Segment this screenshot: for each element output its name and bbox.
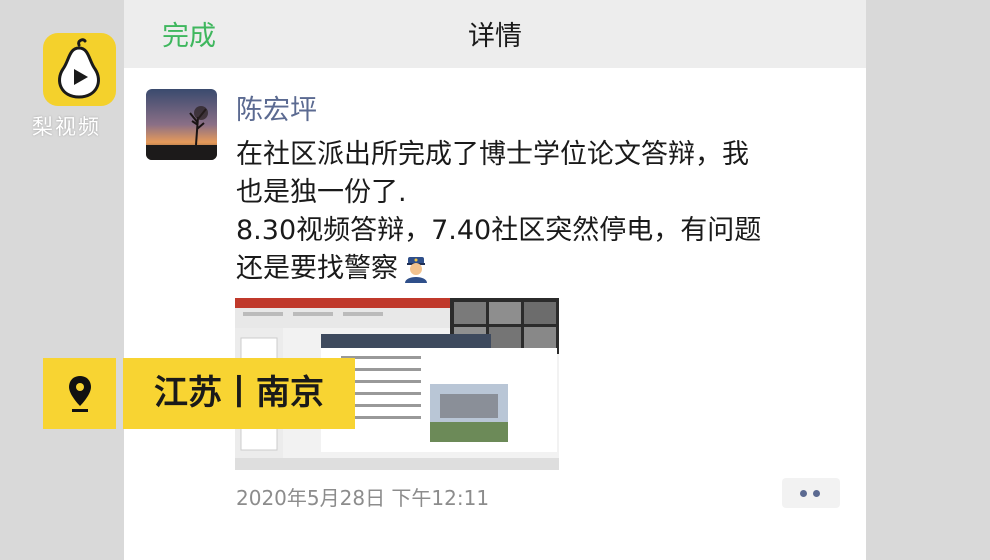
- two-dots-icon: [813, 490, 820, 497]
- pear-play-icon: [58, 38, 100, 99]
- two-dots-icon: [800, 490, 807, 497]
- more-actions-button[interactable]: [782, 478, 840, 508]
- watermark-text: 梨视频: [32, 115, 101, 139]
- post-line: 在社区派出所完成了博士学位论文答辩，我: [236, 139, 749, 170]
- location-pin-box: [43, 358, 116, 429]
- post-timestamp: 2020年5月28日 下午12:11: [236, 486, 490, 510]
- location-label: 江苏丨南京: [154, 373, 324, 413]
- page-title: 详情: [468, 21, 522, 52]
- post-line: 8.30视频答辩，7.40社区突然停电，有问题: [236, 215, 762, 246]
- post-line-last: 还是要找警察: [236, 250, 836, 294]
- right-background: [866, 0, 990, 560]
- phone-screen: 完成 详情 陈宏坪 在社区派出所完成了博士学位论文答辩，我 也是独一份了. 8.…: [124, 0, 866, 560]
- post-line: 也是独一份了.: [236, 177, 407, 208]
- post-line: 还是要找警察: [236, 253, 398, 284]
- location-pin-icon: [69, 376, 91, 412]
- post-text: 在社区派出所完成了博士学位论文答辩，我 也是独一份了. 8.30视频答辩，7.4…: [236, 136, 836, 294]
- post-author[interactable]: 陈宏坪: [236, 88, 317, 127]
- nav-bar: 完成 详情: [124, 0, 866, 68]
- pear-video-logo: [43, 33, 116, 106]
- police-officer-emoji: [402, 255, 430, 294]
- location-banner: 江苏丨南京: [123, 358, 355, 429]
- avatar[interactable]: [146, 89, 217, 160]
